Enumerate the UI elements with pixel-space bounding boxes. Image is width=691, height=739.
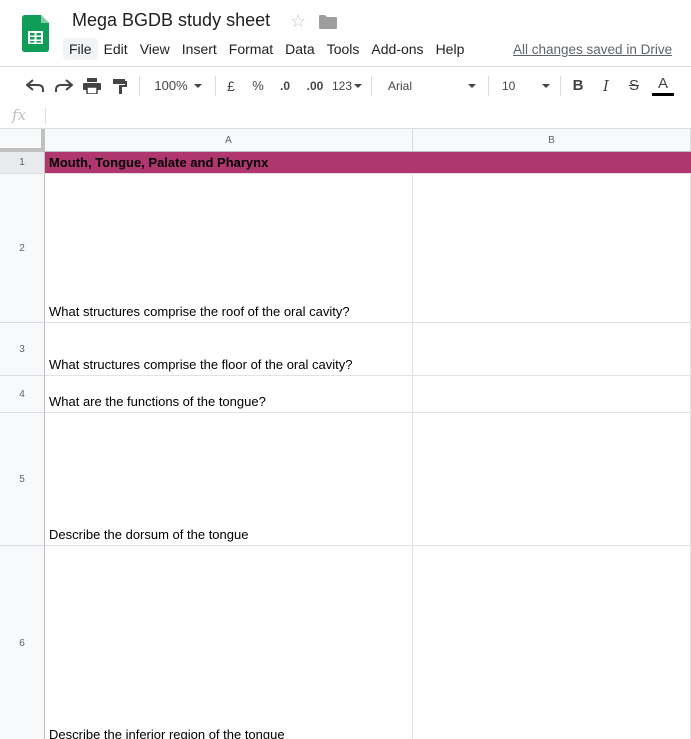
zoom-select[interactable]: 100%: [148, 67, 208, 104]
more-formats-label: 123: [331, 78, 353, 93]
row-header-2[interactable]: 2: [0, 174, 45, 323]
toolbar: 100% £ % .0 .00 123 Arial 10 B I S A: [0, 66, 691, 105]
cell-a3[interactable]: What structures comprise the floor of th…: [45, 323, 413, 376]
row-header-5[interactable]: 5: [0, 413, 45, 546]
cell-a4-text: What are the functions of the tongue?: [49, 394, 266, 409]
text-color-label: A: [657, 74, 668, 92]
cell-b4[interactable]: [413, 376, 691, 413]
bold-button[interactable]: B: [568, 67, 588, 104]
cell-a4[interactable]: What are the functions of the tongue?: [45, 376, 413, 413]
percent-button[interactable]: %: [248, 67, 268, 104]
menu-bar: File Edit View Insert Format Data Tools …: [63, 37, 470, 61]
decrease-decimals-button[interactable]: .0: [274, 67, 296, 104]
menu-help[interactable]: Help: [430, 38, 471, 60]
row-header-1[interactable]: 1: [0, 152, 45, 174]
paint-format-icon[interactable]: [109, 67, 131, 104]
text-color-button[interactable]: A: [651, 67, 675, 104]
menu-tools[interactable]: Tools: [321, 38, 366, 60]
spreadsheet-grid: A B 1 Mouth, Tongue, Palate and Pharynx …: [0, 129, 691, 739]
print-icon[interactable]: [81, 67, 103, 104]
menu-insert[interactable]: Insert: [176, 38, 223, 60]
toolbar-divider: [560, 76, 561, 96]
strikethrough-button[interactable]: S: [624, 67, 644, 104]
toolbar-divider: [488, 76, 489, 96]
cell-b3[interactable]: [413, 323, 691, 376]
cell-b2[interactable]: [413, 174, 691, 323]
menu-file[interactable]: File: [63, 38, 98, 60]
font-size-value: 10: [502, 78, 516, 93]
increase-decimals-button[interactable]: .00: [302, 67, 328, 104]
redo-icon[interactable]: [53, 67, 75, 104]
formula-bar: fx: [0, 104, 691, 129]
toolbar-divider: [215, 76, 216, 96]
chevron-down-icon: [468, 83, 476, 88]
cell-a6[interactable]: Describe the inferior region of the tong…: [45, 546, 413, 739]
column-header-b[interactable]: B: [413, 129, 691, 152]
section-header-cell[interactable]: Mouth, Tongue, Palate and Pharynx: [45, 152, 691, 173]
chevron-down-icon: [542, 83, 550, 88]
menu-edit[interactable]: Edit: [98, 38, 134, 60]
cell-b5[interactable]: [413, 413, 691, 546]
menu-data[interactable]: Data: [279, 38, 321, 60]
folder-icon[interactable]: [319, 15, 337, 29]
cell-a2-text: What structures comprise the roof of the…: [49, 304, 350, 319]
text-color-swatch: [652, 92, 674, 96]
column-header-a[interactable]: A: [45, 129, 413, 152]
toolbar-divider: [371, 76, 372, 96]
menu-view[interactable]: View: [134, 38, 176, 60]
cell-a1-text: Mouth, Tongue, Palate and Pharynx: [49, 155, 269, 170]
undo-icon[interactable]: [24, 67, 46, 104]
row-header-6[interactable]: 6: [0, 546, 45, 739]
star-icon[interactable]: ☆: [290, 11, 306, 32]
menu-format[interactable]: Format: [223, 38, 279, 60]
cell-b6[interactable]: [413, 546, 691, 739]
formula-divider: [45, 108, 46, 124]
more-formats-select[interactable]: 123: [331, 67, 363, 104]
save-status-link[interactable]: All changes saved in Drive: [513, 42, 672, 57]
toolbar-divider: [139, 76, 140, 96]
row-header-4[interactable]: 4: [0, 376, 45, 413]
chevron-down-icon: [354, 83, 363, 88]
font-name: Arial: [388, 78, 413, 93]
cell-a3-text: What structures comprise the floor of th…: [49, 357, 353, 372]
app-header: Mega BGDB study sheet ☆ File Edit View I…: [0, 0, 691, 66]
document-title[interactable]: Mega BGDB study sheet: [72, 10, 270, 31]
row-header-3[interactable]: 3: [0, 323, 45, 376]
sheets-logo-icon[interactable]: [22, 15, 49, 52]
cell-a6-text: Describe the inferior region of the tong…: [49, 727, 285, 739]
menu-addons[interactable]: Add-ons: [365, 38, 429, 60]
chevron-down-icon: [193, 83, 202, 88]
cell-a5[interactable]: Describe the dorsum of the tongue: [45, 413, 413, 546]
italic-button[interactable]: I: [596, 67, 616, 104]
font-select[interactable]: Arial: [380, 67, 478, 104]
zoom-value: 100%: [154, 78, 188, 93]
fx-icon: fx: [12, 106, 27, 124]
cell-a2[interactable]: What structures comprise the roof of the…: [45, 174, 413, 323]
currency-button[interactable]: £: [221, 67, 241, 104]
font-size-select[interactable]: 10: [494, 67, 552, 104]
cell-a5-text: Describe the dorsum of the tongue: [49, 527, 249, 542]
